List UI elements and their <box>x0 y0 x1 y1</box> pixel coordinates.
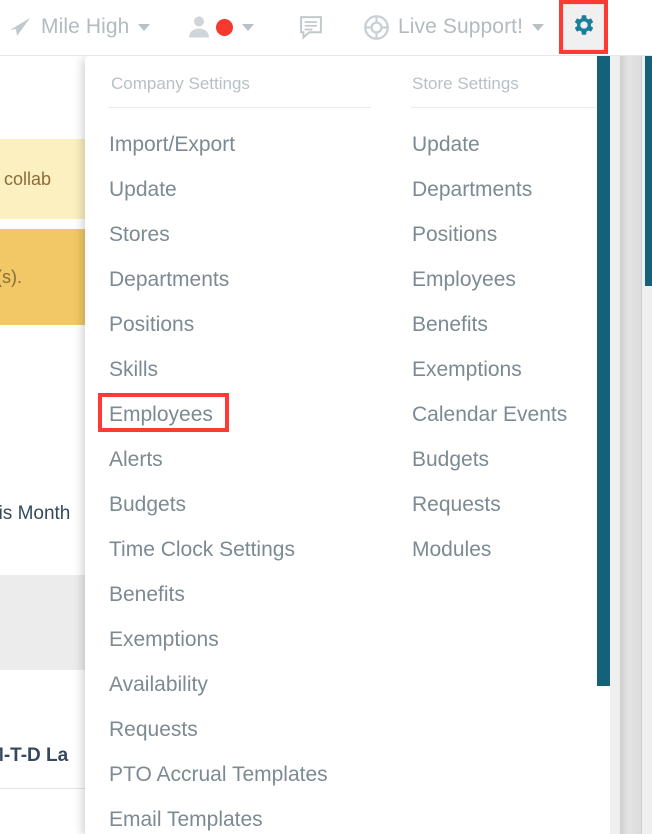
alert-banner-dark-text: ore(s). <box>0 266 23 287</box>
messages-button[interactable] <box>297 0 325 54</box>
menu-item-skills[interactable]: Skills <box>109 347 385 392</box>
store-menu-item-departments[interactable]: Departments <box>412 167 615 212</box>
person-icon <box>185 13 213 41</box>
company-settings-divider <box>108 107 371 108</box>
menu-item-benefits[interactable]: Benefits <box>109 572 385 617</box>
menu-item-availability[interactable]: Availability <box>109 662 385 707</box>
paper-plane-icon <box>8 15 32 39</box>
mtd-labor-label: M-T-D La <box>0 745 69 766</box>
store-menu-item-benefits[interactable]: Benefits <box>412 302 615 347</box>
alert-banner-light-text: vee collab <box>0 168 52 189</box>
store-menu-item-employees[interactable]: Employees <box>412 257 615 302</box>
store-menu-item-update[interactable]: Update <box>412 122 615 167</box>
menu-item-budgets[interactable]: Budgets <box>109 482 385 527</box>
menu-item-alerts[interactable]: Alerts <box>109 437 385 482</box>
store-menu-item-budgets[interactable]: Budgets <box>412 437 615 482</box>
menu-item-email-templates[interactable]: Email Templates <box>109 797 385 834</box>
brand-menu[interactable]: Mile High <box>8 0 151 54</box>
store-menu-item-modules[interactable]: Modules <box>412 527 615 572</box>
chat-bubble-icon <box>297 13 325 41</box>
menu-item-employees[interactable]: Employees <box>109 392 385 437</box>
teal-edge-strip <box>645 56 652 286</box>
store-settings-column: Store Settings Update Departments Positi… <box>385 56 615 834</box>
menu-item-pto-accrual-templates[interactable]: PTO Accrual Templates <box>109 752 385 797</box>
store-menu-item-positions[interactable]: Positions <box>412 212 615 257</box>
store-settings-header: Store Settings <box>412 73 519 93</box>
this-month-label: his Month <box>0 503 71 524</box>
company-settings-column: Company Settings Import/Export Update St… <box>85 56 385 834</box>
screen-root: vee collab ore(s). his Month M-T-D La Mi… <box>0 0 652 834</box>
brand-label: Mile High <box>41 15 130 38</box>
top-navigation-bar: Mile High Live Support! <box>0 0 652 56</box>
background-divider <box>0 788 92 789</box>
red-status-dot-icon <box>216 18 233 36</box>
menu-item-update[interactable]: Update <box>109 167 385 212</box>
gear-icon <box>571 12 597 43</box>
store-menu-item-exemptions[interactable]: Exemptions <box>412 347 615 392</box>
menu-item-time-clock-settings[interactable]: Time Clock Settings <box>109 527 385 572</box>
menu-item-requests[interactable]: Requests <box>109 707 385 752</box>
store-menu-item-requests[interactable]: Requests <box>412 482 615 527</box>
menu-item-import-export[interactable]: Import/Export <box>109 122 385 167</box>
menu-item-exemptions[interactable]: Exemptions <box>109 617 385 662</box>
chevron-down-icon <box>242 23 254 31</box>
menu-item-stores[interactable]: Stores <box>109 212 385 257</box>
settings-gear-button[interactable] <box>563 4 604 50</box>
menu-item-departments[interactable]: Departments <box>109 257 385 302</box>
teal-sidebar-rail <box>597 56 611 686</box>
live-support-label: Live Support! <box>398 15 524 38</box>
store-menu-item-calendar-events[interactable]: Calendar Events <box>412 392 615 437</box>
page-scrollbar-thumb[interactable] <box>620 56 642 834</box>
company-settings-header: Company Settings <box>111 73 250 93</box>
user-menu[interactable] <box>185 0 254 54</box>
chevron-down-icon <box>532 23 545 31</box>
store-settings-divider <box>411 107 609 108</box>
settings-dropdown-panel: Company Settings Import/Export Update St… <box>85 56 615 834</box>
life-ring-icon <box>362 13 391 42</box>
live-support-menu[interactable]: Live Support! <box>362 0 545 54</box>
chevron-down-icon <box>138 23 151 31</box>
menu-item-positions[interactable]: Positions <box>109 302 385 347</box>
